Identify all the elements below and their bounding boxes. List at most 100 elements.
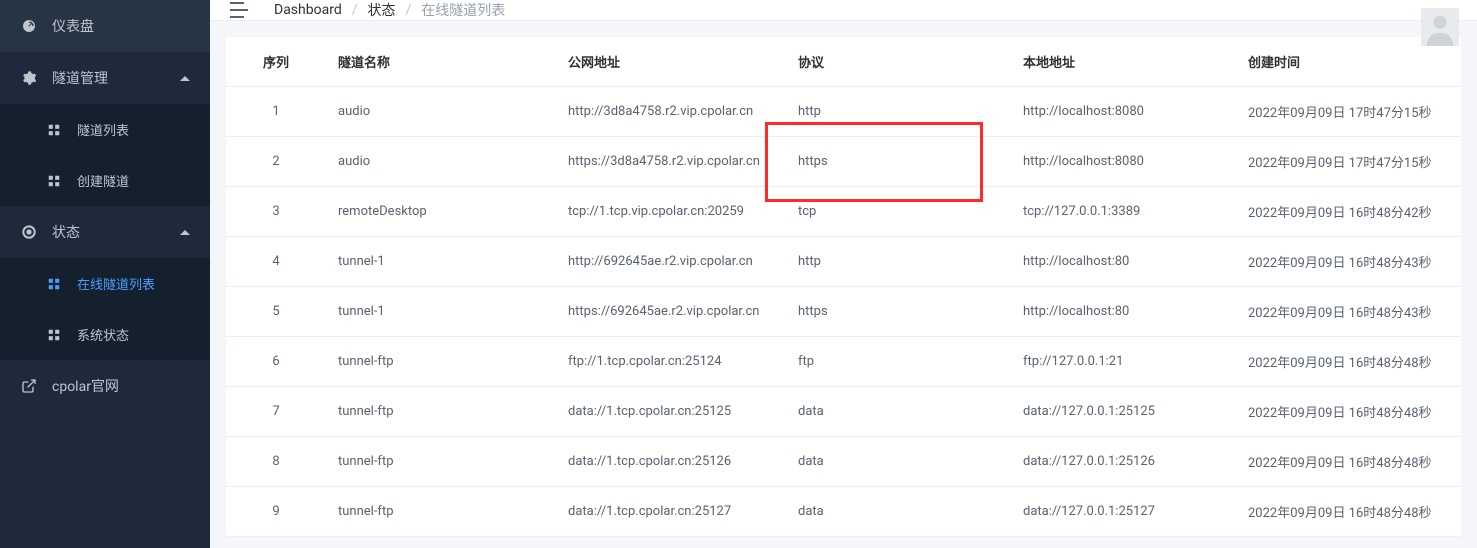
th-local-addr: 本地地址 [1011,37,1236,87]
cell-protocol: http [786,87,1011,137]
header: Dashboard / 状态 / 在线隧道列表 [210,0,1477,21]
cell-local-addr: data://127.0.0.1:25126 [1011,437,1236,487]
cell-created: 2022年09月09日 16时48分43秒 [1236,287,1461,337]
nav-status-sub: 在线隧道列表 系统状态 [0,258,210,360]
nav-status[interactable]: 状态 [0,206,210,258]
main: Dashboard / 状态 / 在线隧道列表 序列 隧道名称 公网地址 [210,0,1477,548]
cell-public-addr: data://1.tcp.cpolar.cn:25125 [556,387,786,437]
cell-name: tunnel-ftp [326,337,556,387]
cell-protocol: http [786,237,1011,287]
breadcrumb-dashboard[interactable]: Dashboard [274,2,342,18]
cell-name: tunnel-ftp [326,387,556,437]
cell-local-addr: http://localhost:80 [1011,237,1236,287]
grid-icon [45,174,63,188]
nav-online-tunnel-list[interactable]: 在线隧道列表 [0,258,210,309]
cell-protocol: data [786,387,1011,437]
nav-cpolar-site[interactable]: cpolar官网 [0,360,210,412]
table-row[interactable]: 2audiohttps://3d8a4758.r2.vip.cpolar.cnh… [226,137,1461,187]
sidebar: 仪表盘 隧道管理 隧道列表 创建隧道 [0,0,210,548]
cell-created: 2022年09月09日 16时48分48秒 [1236,487,1461,537]
breadcrumb-status[interactable]: 状态 [368,0,396,20]
cell-index: 7 [226,387,326,437]
nav-tunnel-manage[interactable]: 隧道管理 [0,52,210,104]
nav-tunnel-list-label: 隧道列表 [77,120,129,139]
nav-system-status-label: 系统状态 [77,325,129,344]
cell-created: 2022年09月09日 16时48分48秒 [1236,387,1461,437]
grid-icon [45,277,63,291]
cell-created: 2022年09月09日 16时48分43秒 [1236,237,1461,287]
cell-name: tunnel-ftp [326,487,556,537]
nav-system-status[interactable]: 系统状态 [0,309,210,360]
cell-local-addr: data://127.0.0.1:25125 [1011,387,1236,437]
cell-protocol: https [786,137,1011,187]
cell-public-addr: ftp://1.tcp.cpolar.cn:25124 [556,337,786,387]
external-link-icon [20,378,38,394]
breadcrumb: Dashboard / 状态 / 在线隧道列表 [274,0,505,20]
cell-protocol: tcp [786,187,1011,237]
cell-name: tunnel-1 [326,237,556,287]
table-header-row: 序列 隧道名称 公网地址 协议 本地地址 创建时间 [226,37,1461,87]
cell-name: audio [326,137,556,187]
cell-name: tunnel-1 [326,287,556,337]
table-row[interactable]: 1audiohttp://3d8a4758.r2.vip.cpolar.cnht… [226,87,1461,137]
cell-public-addr: https://3d8a4758.r2.vip.cpolar.cn [556,137,786,187]
cell-name: remoteDesktop [326,187,556,237]
table-row[interactable]: 4tunnel-1http://692645ae.r2.vip.cpolar.c… [226,237,1461,287]
breadcrumb-sep: / [406,2,412,18]
breadcrumb-current: 在线隧道列表 [421,0,505,20]
cell-protocol: data [786,437,1011,487]
nav-tunnel-create-label: 创建隧道 [77,171,129,190]
nav-online-tunnel-list-label: 在线隧道列表 [77,274,155,293]
cell-public-addr: https://692645ae.r2.vip.cpolar.cn [556,287,786,337]
th-protocol: 协议 [786,37,1011,87]
cell-created: 2022年09月09日 17时47分15秒 [1236,137,1461,187]
grid-icon [45,123,63,137]
th-index: 序列 [226,37,326,87]
cell-index: 4 [226,237,326,287]
cell-public-addr: data://1.tcp.cpolar.cn:25126 [556,437,786,487]
cell-public-addr: data://1.tcp.cpolar.cn:25127 [556,487,786,537]
cell-created: 2022年09月09日 16时48分48秒 [1236,337,1461,387]
cell-public-addr: http://3d8a4758.r2.vip.cpolar.cn [556,87,786,137]
th-public-addr: 公网地址 [556,37,786,87]
nav-tunnel-create[interactable]: 创建隧道 [0,155,210,206]
cell-index: 3 [226,187,326,237]
table-row[interactable]: 8tunnel-ftpdata://1.tcp.cpolar.cn:25126d… [226,437,1461,487]
cell-created: 2022年09月09日 17时47分15秒 [1236,87,1461,137]
cell-index: 1 [226,87,326,137]
cell-local-addr: http://localhost:8080 [1011,137,1236,187]
hamburger-icon[interactable] [230,2,250,18]
table-row[interactable]: 5tunnel-1https://692645ae.r2.vip.cpolar.… [226,287,1461,337]
gauge-icon [20,18,38,34]
cell-name: tunnel-ftp [326,437,556,487]
nav-tunnel-list[interactable]: 隧道列表 [0,104,210,155]
cell-local-addr: http://localhost:80 [1011,287,1236,337]
table-row[interactable]: 9tunnel-ftpdata://1.tcp.cpolar.cn:25127d… [226,487,1461,537]
nav-tunnel-manage-sub: 隧道列表 创建隧道 [0,104,210,206]
cell-name: audio [326,87,556,137]
nav-cpolar-site-label: cpolar官网 [52,376,119,396]
tunnel-table-card: 序列 隧道名称 公网地址 协议 本地地址 创建时间 1audiohttp://3… [226,37,1461,537]
cell-index: 9 [226,487,326,537]
cell-created: 2022年09月09日 16时48分42秒 [1236,187,1461,237]
nav-status-label: 状态 [52,222,80,242]
gear-icon [20,70,38,86]
cell-protocol: ftp [786,337,1011,387]
table-row[interactable]: 6tunnel-ftpftp://1.tcp.cpolar.cn:25124ft… [226,337,1461,387]
table-row[interactable]: 7tunnel-ftpdata://1.tcp.cpolar.cn:25125d… [226,387,1461,437]
user-avatar[interactable] [1421,8,1459,46]
cell-public-addr: tcp://1.tcp.vip.cpolar.cn:20259 [556,187,786,237]
cell-public-addr: http://692645ae.r2.vip.cpolar.cn [556,237,786,287]
cell-local-addr: tcp://127.0.0.1:3389 [1011,187,1236,237]
breadcrumb-sep: / [352,2,358,18]
cell-local-addr: ftp://127.0.0.1:21 [1011,337,1236,387]
table-row[interactable]: 3remoteDesktoptcp://1.tcp.vip.cpolar.cn:… [226,187,1461,237]
content: 序列 隧道名称 公网地址 协议 本地地址 创建时间 1audiohttp://3… [210,21,1477,548]
tunnel-table: 序列 隧道名称 公网地址 协议 本地地址 创建时间 1audiohttp://3… [226,37,1461,537]
cell-index: 2 [226,137,326,187]
cell-protocol: data [786,487,1011,537]
th-name: 隧道名称 [326,37,556,87]
cell-index: 8 [226,437,326,487]
nav-dashboard[interactable]: 仪表盘 [0,0,210,52]
grid-icon [45,328,63,342]
